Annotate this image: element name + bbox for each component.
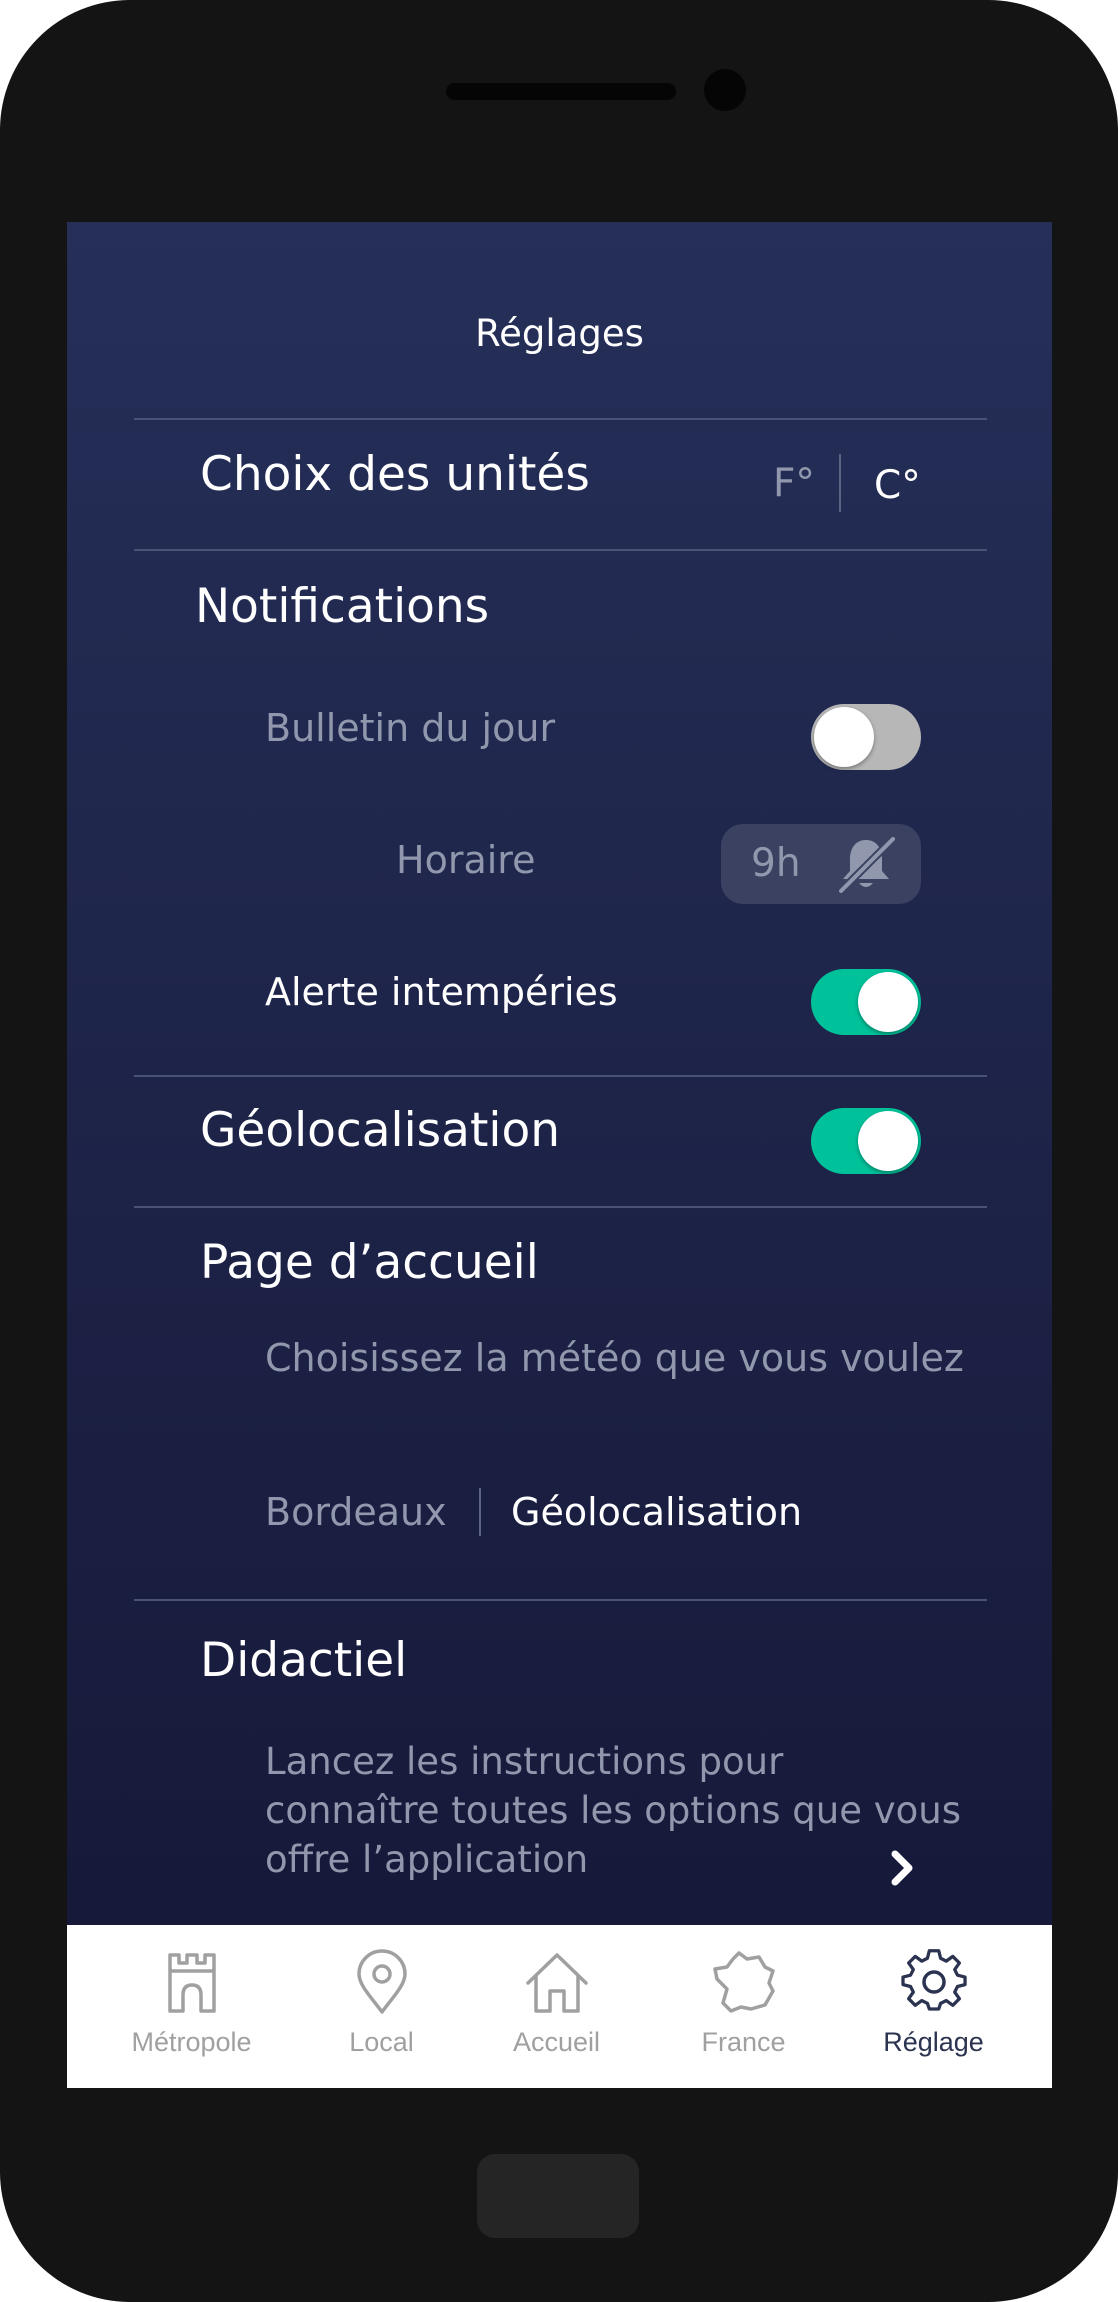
divider <box>134 549 987 551</box>
weather-alert-toggle[interactable] <box>811 969 921 1035</box>
home-option-bordeaux[interactable]: Bordeaux <box>265 1490 447 1534</box>
divider <box>134 418 987 420</box>
nav-label-france: France <box>701 2027 786 2057</box>
page-title: Réglages <box>475 312 644 355</box>
units-title: Choix des unités <box>200 447 590 502</box>
notifications-title: Notifications <box>195 579 490 634</box>
nav-item-accueil[interactable]: Accueil <box>458 1925 655 2088</box>
home-option-separator <box>479 1488 481 1536</box>
nav-label-accueil: Accueil <box>512 2027 601 2057</box>
home-icon <box>526 1953 588 2013</box>
toggle-knob <box>814 707 874 767</box>
phone-home-button[interactable] <box>477 2154 639 2238</box>
nav-item-metropole[interactable]: Métropole <box>93 1925 290 2088</box>
settings-content: Réglages Choix des unités F° C° Notifica… <box>67 222 1052 1925</box>
geolocation-title: Géolocalisation <box>200 1103 560 1158</box>
schedule-label: Horaire <box>396 838 536 882</box>
divider <box>134 1206 987 1208</box>
bell-off-icon <box>838 836 896 894</box>
divider <box>134 1599 987 1601</box>
home-page-description: Choisissez la météo que vous voulez <box>265 1336 964 1380</box>
map-pin-icon <box>357 1949 407 2014</box>
tutorial-title: Didactiel <box>200 1633 408 1688</box>
gear-icon <box>901 1949 967 2011</box>
daily-bulletin-toggle[interactable] <box>811 704 921 770</box>
weather-alert-label: Alerte intempéries <box>265 970 618 1014</box>
unit-separator <box>839 454 841 512</box>
nav-item-france[interactable]: France <box>645 1925 842 2088</box>
nav-label-metropole: Métropole <box>131 2027 252 2057</box>
screen: Réglages Choix des unités F° C° Notifica… <box>67 222 1052 2088</box>
divider <box>134 1075 987 1077</box>
tutorial-description-line: Lancez les instructions pour <box>265 1740 784 1783</box>
toggle-knob <box>858 1111 918 1171</box>
chevron-right-icon[interactable] <box>885 1848 919 1888</box>
home-page-title: Page d’accueil <box>200 1235 539 1290</box>
daily-bulletin-label: Bulletin du jour <box>265 706 556 750</box>
bottom-nav: Métropole Local Accueil France Réglage <box>67 1925 1052 2088</box>
schedule-time-picker[interactable]: 9h <box>721 824 921 904</box>
nav-label-reglage: Réglage <box>883 2027 984 2057</box>
nav-item-local[interactable]: Local <box>283 1925 480 2088</box>
tutorial-description-line: offre l’application <box>265 1838 589 1881</box>
nav-label-local: Local <box>349 2027 414 2057</box>
phone-camera <box>704 69 746 111</box>
toggle-knob <box>858 972 918 1032</box>
unit-fahrenheit-option[interactable]: F° <box>773 462 815 506</box>
phone-speaker <box>446 83 676 100</box>
nav-item-reglage[interactable]: Réglage <box>835 1925 1032 2088</box>
schedule-time: 9h <box>751 841 801 886</box>
france-map-icon <box>713 1951 775 2013</box>
unit-celsius-option[interactable]: C° <box>874 464 921 508</box>
home-option-geolocation[interactable]: Géolocalisation <box>511 1490 802 1534</box>
tower-icon <box>168 1953 216 2013</box>
phone-frame: Réglages Choix des unités F° C° Notifica… <box>0 0 1118 2302</box>
tutorial-description: Lancez les instructions pour connaître t… <box>265 1737 961 1884</box>
geolocation-toggle[interactable] <box>811 1108 921 1174</box>
tutorial-description-line: connaître toutes les options que vous <box>265 1789 962 1832</box>
